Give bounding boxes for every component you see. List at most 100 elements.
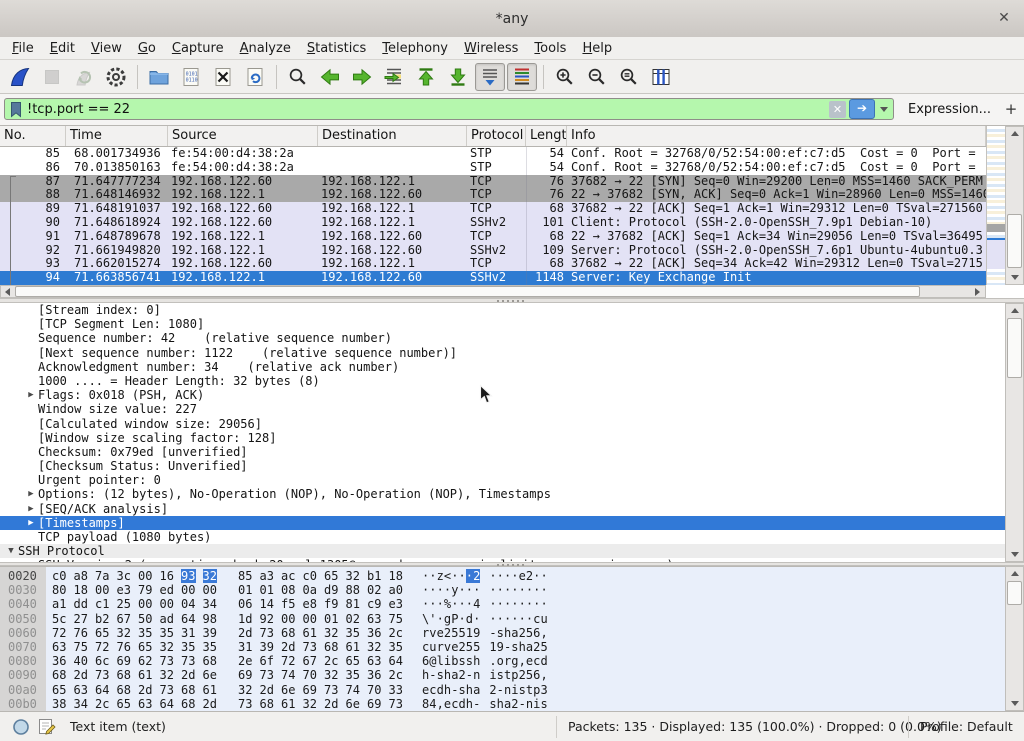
detail-line-3[interactable]: [Next sequence number: 1122 (relative se…	[0, 346, 1005, 360]
hex-byte[interactable]: 75	[74, 640, 89, 654]
hex-byte[interactable]: 2c	[389, 626, 404, 640]
hex-vscroll-thumb[interactable]	[1007, 581, 1022, 605]
hex-byte[interactable]: 76	[117, 640, 132, 654]
menu-tools[interactable]: Tools	[526, 39, 574, 58]
ascii-char[interactable]: d	[540, 654, 547, 668]
ascii-char[interactable]: 2	[458, 668, 465, 682]
hex-byte[interactable]: 25	[117, 597, 132, 611]
hex-byte[interactable]: 62	[138, 654, 153, 668]
hex-byte[interactable]: 33	[389, 683, 404, 697]
hex-byte[interactable]: 32	[303, 697, 318, 711]
ascii-char[interactable]: ·	[511, 612, 518, 626]
menu-analyze[interactable]: Analyze	[232, 39, 299, 58]
column-header-protocol[interactable]: Protocol	[467, 126, 526, 146]
apply-filter-icon[interactable]: ➔	[849, 99, 875, 119]
ascii-char[interactable]: s	[497, 668, 504, 682]
ascii-char[interactable]: 2	[533, 640, 540, 654]
menu-statistics[interactable]: Statistics	[299, 39, 374, 58]
hex-byte[interactable]: c1	[95, 597, 110, 611]
bookmark-icon[interactable]	[9, 101, 23, 118]
ascii-char[interactable]: ·	[437, 583, 444, 597]
packet-row-94[interactable]: 9471.663856741192.168.122.1192.168.122.6…	[0, 271, 986, 285]
ascii-char[interactable]: ·	[466, 583, 473, 597]
column-header-time[interactable]: Time	[66, 126, 168, 146]
packet-minimap[interactable]	[986, 126, 1005, 285]
hex-byte[interactable]: 92	[260, 612, 275, 626]
ascii-char[interactable]: -	[504, 640, 511, 654]
go-forward-button[interactable]	[347, 63, 377, 91]
ascii-char[interactable]: 5	[473, 640, 480, 654]
hex-byte[interactable]: 32	[346, 569, 361, 583]
hex-byte[interactable]: 38	[52, 697, 67, 711]
ascii-char[interactable]: ·	[458, 569, 465, 583]
ascii-char[interactable]: ·	[526, 583, 533, 597]
packet-row-92[interactable]: 9271.661949820192.168.122.1192.168.122.6…	[0, 244, 986, 258]
hex-byte[interactable]: 2d	[138, 683, 153, 697]
ascii-char[interactable]: c	[533, 654, 540, 668]
hex-byte[interactable]: dd	[74, 597, 89, 611]
go-to-packet-button[interactable]	[379, 63, 409, 91]
ascii-char[interactable]: ·	[526, 612, 533, 626]
ascii-char[interactable]: s	[519, 683, 526, 697]
hex-byte[interactable]: 67	[117, 612, 132, 626]
ascii-char[interactable]: 5	[526, 668, 533, 682]
hex-byte[interactable]: 2d	[281, 640, 296, 654]
ascii-char[interactable]: 5	[466, 640, 473, 654]
ascii-char[interactable]: %	[444, 597, 451, 611]
resize-columns-button[interactable]	[646, 63, 676, 91]
ascii-char[interactable]: g	[511, 654, 518, 668]
hex-byte[interactable]: 35	[346, 668, 361, 682]
ascii-char[interactable]: d	[458, 697, 465, 711]
detail-line-4[interactable]: Acknowledgment number: 34 (relative ack …	[0, 360, 1005, 374]
ascii-char[interactable]: i	[489, 668, 496, 682]
start-capture-button[interactable]	[5, 63, 35, 91]
ascii-char[interactable]: ·	[519, 597, 526, 611]
column-header-no[interactable]: No.	[0, 126, 66, 146]
hex-byte[interactable]: ac	[281, 569, 296, 583]
hex-byte[interactable]: 18	[74, 583, 89, 597]
ascii-char[interactable]: 4	[473, 597, 480, 611]
hex-row-0040[interactable]: 0040a1ddc125000004340614f5e8f981c9e3···%…	[0, 597, 1005, 611]
ascii-char[interactable]: e	[519, 569, 526, 583]
ascii-char[interactable]: ·	[489, 569, 496, 583]
ascii-char[interactable]: ·	[451, 597, 458, 611]
hex-byte[interactable]: 73	[160, 654, 175, 668]
ascii-char[interactable]: v	[444, 640, 451, 654]
hex-byte[interactable]: 31	[181, 626, 196, 640]
ascii-char[interactable]: 2	[444, 626, 451, 640]
ascii-char[interactable]: c	[451, 697, 458, 711]
hex-byte[interactable]: 61	[203, 683, 218, 697]
ascii-char[interactable]: h	[422, 668, 429, 682]
scroll-up-button[interactable]	[1006, 127, 1023, 140]
open-file-button[interactable]	[144, 63, 174, 91]
hex-byte[interactable]: 6c	[95, 654, 110, 668]
hex-row-0090[interactable]: 0090682d736861322d6e697374703235362ch-sh…	[0, 668, 1005, 682]
hex-byte[interactable]: 6f	[260, 654, 275, 668]
hex-byte[interactable]: 61	[138, 668, 153, 682]
packet-row-89[interactable]: 8971.648191037192.168.122.60192.168.122.…	[0, 202, 986, 216]
hex-byte[interactable]: 68	[181, 683, 196, 697]
hex-byte[interactable]: 68	[203, 654, 218, 668]
hex-byte[interactable]: 14	[260, 597, 275, 611]
hex-byte[interactable]: 63	[52, 640, 67, 654]
ascii-char[interactable]: ·	[458, 597, 465, 611]
detail-line-10[interactable]: Checksum: 0x79ed [unverified]	[0, 445, 1005, 459]
hex-row-0050[interactable]: 00505c27b26750ad64981d92000001026375\'·g…	[0, 612, 1005, 626]
ascii-char[interactable]: 5	[526, 626, 533, 640]
ascii-char[interactable]: t	[526, 683, 533, 697]
detail-line-9[interactable]: [Window size scaling factor: 128]	[0, 431, 1005, 445]
zoom-reset-button[interactable]	[614, 63, 644, 91]
detail-line-7[interactable]: Window size value: 227	[0, 402, 1005, 416]
packet-row-88[interactable]: 8871.648146932192.168.122.1192.168.122.6…	[0, 188, 986, 202]
filter-text[interactable]: !tcp.port == 22	[23, 102, 829, 117]
hex-byte[interactable]: 32	[324, 626, 339, 640]
ascii-char[interactable]: -	[473, 697, 480, 711]
hex-byte[interactable]: 35	[181, 640, 196, 654]
hex-byte[interactable]: 08	[281, 583, 296, 597]
ascii-char[interactable]: ·	[466, 569, 473, 583]
ascii-char[interactable]: h	[466, 683, 473, 697]
ascii-char[interactable]: -	[497, 683, 504, 697]
capture-options-button[interactable]	[101, 63, 131, 91]
hex-byte[interactable]: 39	[203, 626, 218, 640]
ascii-char[interactable]: ·	[437, 597, 444, 611]
